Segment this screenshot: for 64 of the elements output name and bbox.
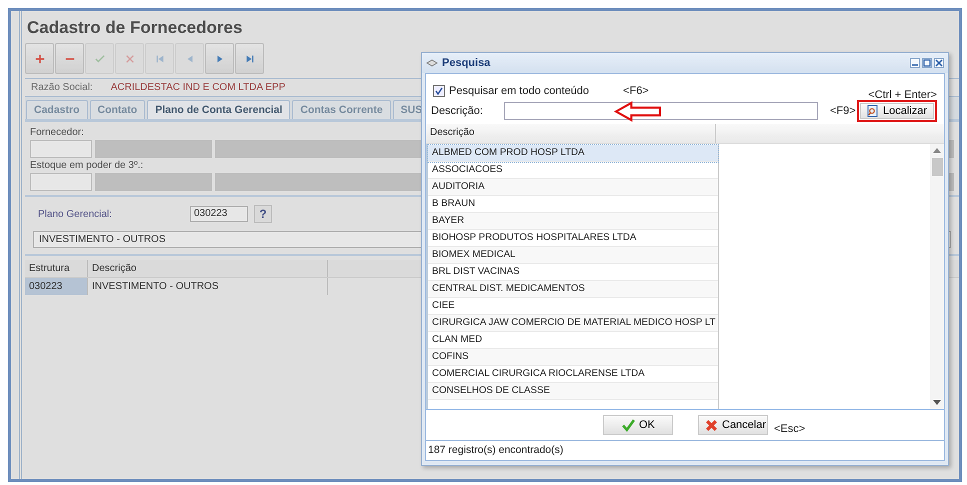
input-field[interactable] bbox=[95, 140, 212, 158]
skip-forward-button[interactable] bbox=[235, 43, 264, 74]
check-icon bbox=[622, 418, 635, 432]
company-name: ACRILDESTAC IND E COM LTDA EPP bbox=[110, 82, 286, 93]
minus-button[interactable] bbox=[55, 43, 84, 74]
input-field[interactable] bbox=[30, 173, 92, 191]
status-bar: 187 registro(s) encontrado(s) bbox=[426, 440, 944, 460]
cancel-button[interactable]: Cancelar bbox=[698, 415, 768, 435]
tab[interactable]: Plano de Conta Gerencial bbox=[147, 100, 290, 119]
list-item[interactable]: BIOHOSP PRODUTOS HOSPITALARES LTDA bbox=[428, 230, 718, 247]
checkbox-label: Pesquisar em todo conteúdo bbox=[449, 85, 590, 97]
scroll-down-icon[interactable] bbox=[933, 400, 941, 405]
triangle-right-button[interactable] bbox=[205, 43, 234, 74]
field-label: Razão Social: bbox=[31, 82, 93, 93]
page-title: Cadastro de Fornecedores bbox=[26, 17, 244, 39]
maximize-button[interactable] bbox=[922, 58, 932, 68]
help-button[interactable]: ? bbox=[254, 205, 272, 223]
scrollbar[interactable] bbox=[930, 144, 944, 409]
input-field[interactable] bbox=[95, 173, 212, 191]
list-item[interactable]: CIEE bbox=[428, 298, 718, 315]
dialog-title: Pesquisa bbox=[442, 57, 492, 69]
search-icon bbox=[866, 105, 879, 117]
plus-icon bbox=[34, 54, 44, 64]
list-item[interactable]: BAYER bbox=[428, 213, 718, 230]
close-button[interactable] bbox=[934, 58, 944, 68]
shortcut-hint: <Esc> bbox=[774, 423, 806, 435]
list-item[interactable]: CENTRAL DIST. MEDICAMENTOS bbox=[428, 281, 718, 298]
scroll-up-icon[interactable] bbox=[933, 148, 941, 153]
column-header: Descrição bbox=[88, 260, 328, 277]
minimize-button[interactable] bbox=[910, 58, 920, 68]
code-field[interactable]: 030223 bbox=[190, 206, 248, 222]
list-item[interactable]: BRL DIST VACINAS bbox=[428, 264, 718, 281]
search-button[interactable]: Localizar bbox=[860, 103, 934, 119]
list-item[interactable]: ALBMED COM PROD HOSP LTDA bbox=[428, 145, 718, 162]
table-cell: INVESTIMENTO - OUTROS bbox=[88, 278, 328, 295]
list-item[interactable]: COMERCIAL CIRURGICA RIOCLARENSE LTDA bbox=[428, 366, 718, 383]
field-label: Fornecedor: bbox=[30, 127, 84, 138]
arrow-annotation bbox=[613, 101, 663, 122]
field-label: Plano Gerencial: bbox=[37, 208, 113, 220]
list-item[interactable]: BIOMEX MEDICAL bbox=[428, 247, 718, 264]
list-item[interactable]: CIRURGICA JAW COMERCIO DE MATERIAL MEDICO HOSP LT bbox=[428, 315, 718, 332]
field-label: Descrição: bbox=[430, 105, 484, 117]
search-field[interactable] bbox=[504, 102, 818, 120]
list-item[interactable]: COFINS bbox=[428, 349, 718, 366]
list-item[interactable]: AUDITORIA bbox=[428, 179, 718, 196]
list-item[interactable]: CONSELHOS DE CLASSE bbox=[428, 383, 718, 400]
shortcut-hint: <F6> bbox=[623, 85, 649, 97]
skip-forward-icon bbox=[244, 54, 254, 64]
checkbox[interactable] bbox=[433, 85, 445, 97]
list-item[interactable]: B BRAUN bbox=[428, 196, 718, 213]
plus-button[interactable] bbox=[25, 43, 54, 74]
shortcut-hint: <F9> bbox=[830, 105, 856, 117]
cross-icon bbox=[705, 418, 718, 432]
table-cell: 030223 bbox=[25, 278, 88, 295]
field-label: Estoque em poder de 3º.: bbox=[30, 160, 144, 171]
column-header: Descrição bbox=[426, 124, 716, 143]
list-item[interactable]: ASSOCIACOES bbox=[428, 162, 718, 179]
ok-button[interactable]: OK bbox=[603, 415, 673, 435]
scroll-thumb[interactable] bbox=[932, 158, 942, 176]
column-header: Estrutura bbox=[25, 260, 88, 277]
list-item[interactable]: CLAN MED bbox=[428, 332, 718, 349]
input-field[interactable] bbox=[30, 140, 92, 158]
shortcut-hint: <Ctrl + Enter> bbox=[868, 89, 937, 101]
triangle-right-icon bbox=[214, 54, 224, 64]
